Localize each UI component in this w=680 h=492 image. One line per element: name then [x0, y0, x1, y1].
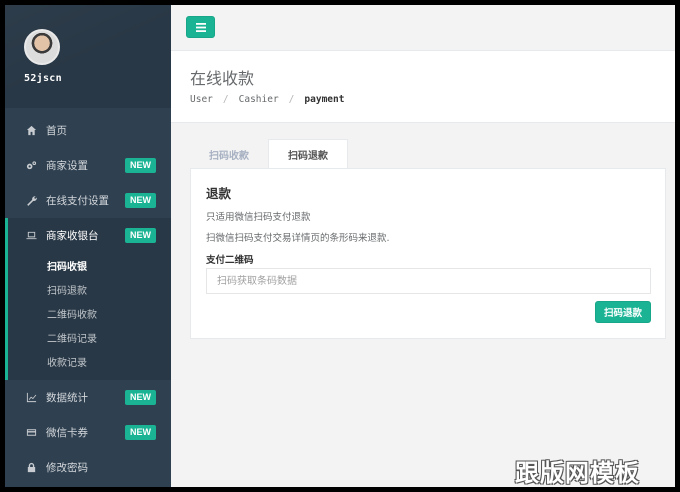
sidebar-subitem-qr-collect[interactable]: 二维码收款: [8, 301, 171, 325]
watermark-logo: 跟版网模板: [515, 459, 640, 487]
sidebar-group-cashier: 商家收银台 NEW 扫码收银 扫码退款 二维码收款 二维码记录 收款记录: [5, 218, 171, 380]
sidebar-subitem-payment-records[interactable]: 收款记录: [8, 349, 171, 373]
tab-scan-refund[interactable]: 扫码退款: [268, 139, 348, 169]
cogs-icon: [24, 160, 38, 171]
sidebar: 52jscn 首页 商家设置 NEW 在线支付设置 NEW 商家收银台 NEW …: [5, 5, 171, 487]
sidebar-item-label: 修改密码: [46, 462, 88, 474]
wrench-icon: [24, 195, 38, 206]
refund-instructions: 扫微信扫码支付交易详情页的条形码来退款.: [206, 233, 390, 244]
breadcrumb-item[interactable]: Cashier: [239, 94, 279, 105]
panel-title: 退款: [206, 186, 232, 201]
username[interactable]: 52jscn: [24, 73, 62, 84]
scan-refund-button[interactable]: 扫码退款: [595, 301, 651, 323]
sidebar-item-label: 首页: [46, 125, 67, 137]
tab-scan-collect[interactable]: 扫码收款: [190, 139, 268, 169]
sidebar-subitem-qr-records[interactable]: 二维码记录: [8, 325, 171, 349]
sidebar-nav: 首页 商家设置 NEW 在线支付设置 NEW 商家收银台 NEW 扫码收银 扫码…: [5, 113, 171, 485]
new-badge: NEW: [125, 425, 156, 440]
lock-icon: [24, 462, 38, 473]
breadcrumb-separator: /: [222, 94, 229, 105]
tab-bar: 扫码收款 扫码退款: [190, 139, 348, 169]
sidebar-subitem-scan-collect[interactable]: 扫码收银: [8, 253, 171, 277]
hamburger-icon: [195, 22, 206, 32]
sidebar-item-merchant-settings[interactable]: 商家设置 NEW: [5, 148, 171, 183]
new-badge: NEW: [125, 158, 156, 173]
new-badge: NEW: [125, 228, 156, 243]
refund-note: 只适用微信扫码支付退款: [206, 212, 311, 223]
sidebar-item-label: 在线支付设置: [46, 195, 109, 207]
laptop-icon: [24, 230, 38, 241]
sidebar-item-change-password[interactable]: 修改密码: [5, 450, 171, 485]
top-bar: [171, 5, 675, 51]
barcode-input[interactable]: [206, 268, 651, 294]
breadcrumb-item[interactable]: User: [190, 94, 213, 105]
credit-card-icon: [24, 427, 38, 438]
sidebar-item-label: 数据统计: [46, 392, 88, 404]
main-content: 在线收款 User / Cashier / payment 扫码收款 扫码退款 …: [171, 5, 675, 487]
breadcrumb-current: payment: [304, 94, 345, 105]
breadcrumb-separator: /: [288, 94, 295, 105]
sidebar-item-label: 微信卡券: [46, 427, 88, 439]
home-icon: [24, 125, 38, 136]
line-chart-icon: [24, 392, 38, 403]
sidebar-item-label: 商家收银台: [46, 230, 99, 242]
qr-field-label: 支付二维码: [206, 255, 254, 266]
sidebar-item-cashier[interactable]: 商家收银台 NEW: [8, 218, 171, 253]
avatar[interactable]: [24, 29, 60, 65]
sidebar-item-wechat-coupons[interactable]: 微信卡券 NEW: [5, 415, 171, 450]
menu-toggle-button[interactable]: [186, 16, 215, 38]
sidebar-item-online-payment-settings[interactable]: 在线支付设置 NEW: [5, 183, 171, 218]
page-heading: 在线收款 User / Cashier / payment: [171, 51, 675, 123]
profile-header: 52jscn: [5, 5, 171, 108]
app-frame: 52jscn 首页 商家设置 NEW 在线支付设置 NEW 商家收银台 NEW …: [5, 5, 675, 487]
sidebar-subitem-scan-refund[interactable]: 扫码退款: [8, 277, 171, 301]
page-title: 在线收款: [190, 69, 255, 88]
new-badge: NEW: [125, 390, 156, 405]
sidebar-item-statistics[interactable]: 数据统计 NEW: [5, 380, 171, 415]
sidebar-item-label: 商家设置: [46, 160, 88, 172]
sidebar-item-home[interactable]: 首页: [5, 113, 171, 148]
new-badge: NEW: [125, 193, 156, 208]
refund-panel: 退款 只适用微信扫码支付退款 扫微信扫码支付交易详情页的条形码来退款. 支付二维…: [190, 168, 666, 339]
breadcrumb: User / Cashier / payment: [190, 94, 344, 105]
